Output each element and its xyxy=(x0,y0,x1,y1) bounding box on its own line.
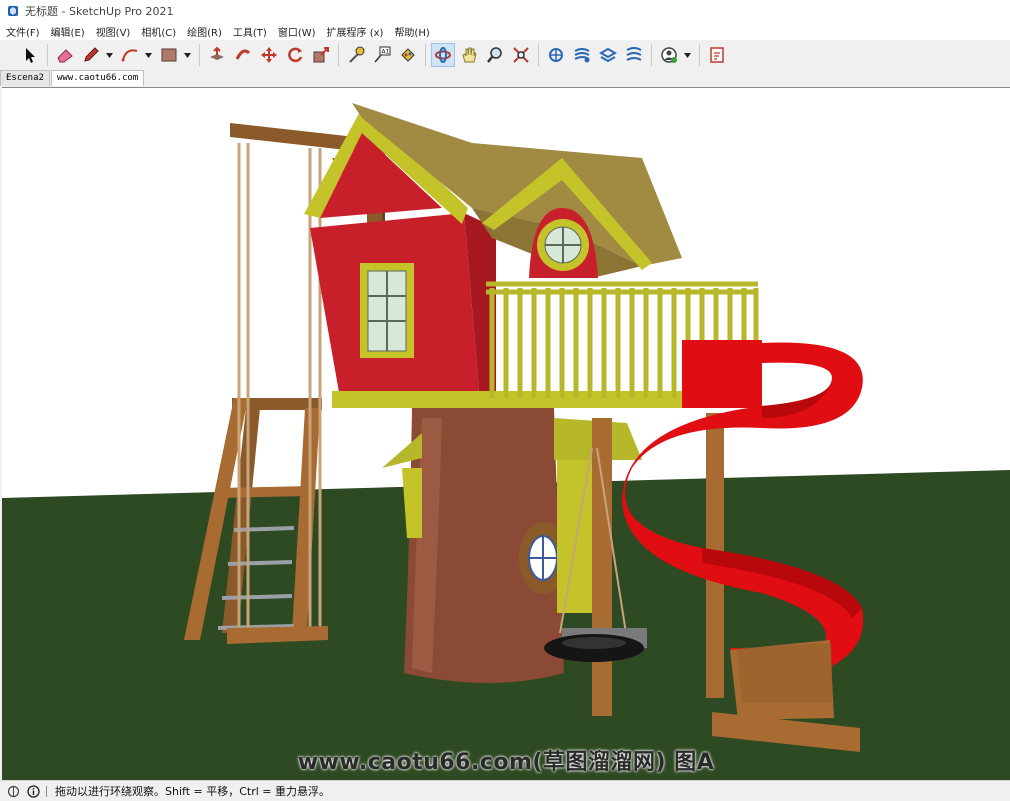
info-icon[interactable] xyxy=(27,784,40,798)
menu-draw[interactable]: 绘图(R) xyxy=(181,24,227,39)
pan-icon xyxy=(462,47,477,63)
arc-icon xyxy=(121,49,138,62)
extension-warehouse-icon xyxy=(574,48,590,63)
sketchup-logo-icon xyxy=(8,6,18,16)
menu-camera[interactable]: 相机(C) xyxy=(135,24,181,39)
menu-extensions[interactable]: 扩展程序 (x) xyxy=(321,24,389,39)
components-icon xyxy=(626,47,642,61)
pan-tool-button[interactable] xyxy=(457,43,481,67)
text-icon: A1 xyxy=(374,46,391,63)
model-viewport[interactable]: www.caotu66.com(草图溜溜网) 图A xyxy=(2,87,1010,781)
move-tool-button[interactable] xyxy=(257,43,281,67)
status-bar: 拖动以进行环绕观察。Shift = 平移，Ctrl = 重力悬浮。 xyxy=(0,780,1010,801)
scene-tab-escena2[interactable]: Escena2 xyxy=(0,70,50,86)
scene-tab-caotu66[interactable]: www.caotu66.com xyxy=(50,70,145,86)
tape-measure-icon xyxy=(349,46,365,63)
pencil-tool-button[interactable] xyxy=(79,43,103,67)
menu-tools[interactable]: 工具(T) xyxy=(227,24,272,39)
warehouse-icon xyxy=(549,48,563,62)
account-button[interactable] xyxy=(657,43,681,67)
support-post xyxy=(592,418,612,716)
watermark-text: www.caotu66.com(草图溜溜网) 图A xyxy=(297,750,715,775)
account-dropdown-button[interactable] xyxy=(683,43,692,67)
pencil-dropdown-button[interactable] xyxy=(105,43,114,67)
scale-tool-button[interactable] xyxy=(309,43,333,67)
svg-text:A1: A1 xyxy=(382,49,390,56)
push-pull-tool-button[interactable] xyxy=(205,43,229,67)
title-bar: 无标题 - SketchUp Pro 2021 xyxy=(0,0,1010,22)
chevron-down-icon xyxy=(145,52,152,58)
status-text: 拖动以进行环绕观察。Shift = 平移，Ctrl = 重力悬浮。 xyxy=(55,785,330,798)
toolbar-separator xyxy=(699,44,700,66)
select-icon xyxy=(26,48,35,63)
orbit-tool-button[interactable] xyxy=(431,43,455,67)
paint-bucket-icon xyxy=(401,48,415,62)
geo-location-icon[interactable] xyxy=(7,785,20,798)
warehouse-button[interactable] xyxy=(544,43,568,67)
menu-view[interactable]: 视图(V) xyxy=(90,24,136,39)
account-icon xyxy=(661,47,677,63)
chevron-down-icon xyxy=(106,52,113,58)
menu-file[interactable]: 文件(F) xyxy=(0,24,45,39)
treehouse-model xyxy=(2,103,1010,781)
rectangle-dropdown-button[interactable] xyxy=(183,43,192,67)
arc-tool-button[interactable] xyxy=(118,43,142,67)
zoom-icon xyxy=(487,47,502,63)
window-title: 无标题 - SketchUp Pro 2021 xyxy=(25,5,174,18)
menu-bar: 文件(F) 编辑(E) 视图(V) 相机(C) 绘图(R) 工具(T) 窗口(W… xyxy=(0,22,1010,40)
eraser-icon xyxy=(57,49,73,63)
zoom-tool-button[interactable] xyxy=(483,43,507,67)
orbit-icon xyxy=(435,47,451,63)
chevron-down-icon xyxy=(184,52,191,58)
main-toolbar: A1 xyxy=(0,40,1010,70)
toolbar-separator xyxy=(538,44,539,66)
menu-window[interactable]: 窗口(W) xyxy=(272,24,321,39)
text-tool-button[interactable]: A1 xyxy=(370,43,394,67)
status-divider xyxy=(46,785,47,797)
layout-button[interactable] xyxy=(596,43,620,67)
chevron-down-icon xyxy=(684,52,691,58)
tape-measure-tool-button[interactable] xyxy=(344,43,368,67)
follow-me-tool-button[interactable] xyxy=(231,43,255,67)
layout-icon xyxy=(598,47,618,63)
rotate-icon xyxy=(288,47,303,63)
toolbar-separator xyxy=(425,44,426,66)
move-icon xyxy=(261,47,277,63)
extension-warehouse-button[interactable] xyxy=(570,43,594,67)
follow-me-icon xyxy=(235,49,251,60)
zoom-extents-icon xyxy=(513,47,529,63)
menu-edit[interactable]: 编辑(E) xyxy=(45,24,90,39)
push-pull-icon xyxy=(210,46,224,60)
rotate-tool-button[interactable] xyxy=(283,43,307,67)
scale-icon xyxy=(313,47,329,63)
toolbar-separator xyxy=(199,44,200,66)
toolbar-separator xyxy=(47,44,48,66)
pencil-icon xyxy=(84,47,99,62)
components-button[interactable] xyxy=(622,43,646,67)
rectangle-tool-button[interactable] xyxy=(157,43,181,67)
scene-tabs: Escena2 www.caotu66.com xyxy=(0,70,1010,86)
eraser-tool-button[interactable] xyxy=(53,43,77,67)
arc-dropdown-button[interactable] xyxy=(144,43,153,67)
tree-trunk xyxy=(404,408,567,683)
toolbar-separator xyxy=(338,44,339,66)
paint-bucket-tool-button[interactable] xyxy=(396,43,420,67)
zoom-extents-tool-button[interactable] xyxy=(509,43,533,67)
rectangle-icon xyxy=(161,48,177,62)
toolbar-separator xyxy=(651,44,652,66)
select-tool-button[interactable] xyxy=(18,43,42,67)
profile-icon xyxy=(710,47,724,63)
menu-help[interactable]: 帮助(H) xyxy=(388,24,434,39)
profile-button[interactable] xyxy=(705,43,729,67)
